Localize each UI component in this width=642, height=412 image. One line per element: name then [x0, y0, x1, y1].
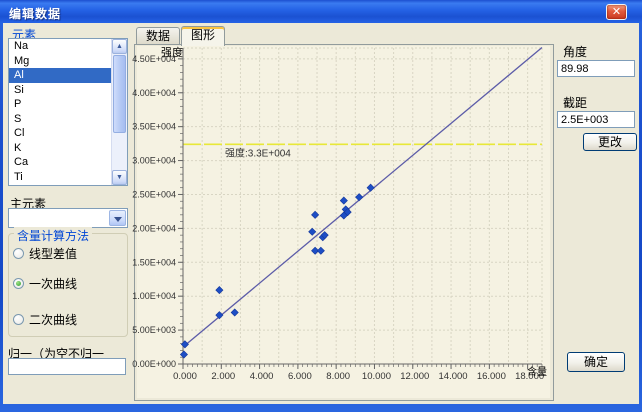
method-group-label: 含量计算方法 [14, 227, 92, 244]
x-tick-label: 6.000 [288, 371, 312, 382]
close-button[interactable]: ✕ [606, 4, 627, 20]
tabbar: 数据图形 [136, 26, 226, 45]
method-radio-option[interactable]: 二次曲线 [13, 311, 77, 325]
reference-line-label: 强度:3.3E+004 [225, 146, 291, 159]
normalize-input[interactable] [8, 358, 126, 375]
y-tick-label: 2.50E+004 [132, 189, 176, 199]
element-list-item[interactable]: Al [9, 68, 111, 83]
radio-label: 线型差值 [29, 247, 77, 261]
tab[interactable]: 图形 [181, 26, 225, 46]
element-list-item[interactable]: P [9, 97, 111, 112]
x-tick-label: 0.000 [173, 371, 197, 382]
main-element-combobox[interactable] [8, 208, 128, 228]
element-list-item[interactable]: K [9, 141, 111, 156]
close-icon: ✕ [612, 6, 621, 18]
y-tick-label: 3.00E+004 [132, 156, 176, 166]
data-point [181, 341, 188, 348]
data-point [216, 286, 223, 293]
scroll-down-button[interactable]: ▼ [112, 170, 127, 185]
element-listbox: NaMgAlSiPSClKCaTi ▲ ▼ [8, 38, 128, 186]
element-list-item[interactable]: Na [9, 39, 111, 54]
radio-icon [13, 314, 24, 325]
x-tick-label: 10.000 [362, 371, 391, 382]
element-list-item[interactable]: Ca [9, 155, 111, 170]
radio-label: 一次曲线 [29, 277, 77, 291]
element-list-item[interactable]: S [9, 112, 111, 127]
y-tick-label: 5.00E+003 [132, 325, 176, 335]
data-point [340, 197, 347, 204]
x-tick-label: 14.000 [439, 371, 468, 382]
edit-data-dialog: 编辑数据 ✕ 元素 NaMgAlSiPSClKCaTi ▲ ▼ 主元素 [0, 0, 642, 412]
y-axis-title: 强度 [161, 45, 183, 59]
method-radio-option[interactable]: 一次曲线 [13, 275, 77, 289]
y-tick-label: 2.00E+004 [132, 223, 176, 233]
scrollbar-thumb[interactable] [113, 55, 126, 133]
x-tick-label: 2.000 [211, 371, 235, 382]
radio-icon [13, 248, 24, 259]
chart-tab-page: 强度:3.3E+004 0.000 2.000 4.000 6.000 8.000 10.0… [134, 44, 554, 401]
angle-label: 角度 [563, 43, 587, 60]
method-radio-option[interactable]: 线型差值 [13, 245, 77, 259]
tab[interactable]: 数据 [136, 27, 180, 45]
y-tick-label: 1.00E+004 [132, 291, 176, 301]
data-point [312, 211, 319, 218]
radio-icon [13, 278, 24, 289]
data-point [216, 312, 223, 319]
change-button[interactable]: 更改 [583, 133, 637, 151]
chart-canvas[interactable]: 强度:3.3E+004 0.000 2.000 4.000 6.000 8.000 10.0… [137, 46, 550, 398]
x-tick-label: 4.000 [250, 371, 274, 382]
combobox-dropdown-button[interactable] [109, 210, 126, 226]
chevron-down-icon [114, 217, 122, 222]
y-tick-label: 4.00E+004 [132, 88, 176, 98]
scroll-up-button[interactable]: ▲ [112, 39, 127, 54]
titlebar[interactable]: 编辑数据 ✕ [0, 0, 642, 23]
scatter-chart: 强度:3.3E+004 0.000 2.000 4.000 6.000 8.000 10.0… [137, 46, 550, 398]
data-point [309, 228, 316, 235]
x-tick-label: 16.000 [477, 371, 506, 382]
ok-button[interactable]: 确定 [567, 352, 625, 372]
data-point [367, 184, 374, 191]
intercept-label: 截距 [563, 94, 587, 111]
element-list-item[interactable]: Si [9, 83, 111, 98]
x-axis-title: 含量 [527, 365, 547, 378]
intercept-input[interactable] [557, 111, 635, 128]
window-title: 编辑数据 [9, 5, 61, 22]
dialog-client-area: 元素 NaMgAlSiPSClKCaTi ▲ ▼ 主元素 含量计算方法 归一（为… [3, 23, 639, 404]
element-list-item[interactable]: Mg [9, 54, 111, 69]
x-tick-label: 8.000 [326, 371, 350, 382]
listbox-scrollbar[interactable]: ▲ ▼ [111, 39, 127, 185]
radio-label: 二次曲线 [29, 313, 77, 327]
chevron-down-icon: ▼ [116, 174, 123, 181]
chevron-up-icon: ▲ [116, 43, 123, 50]
y-tick-label: 1.50E+004 [132, 257, 176, 267]
data-point [231, 309, 238, 316]
x-tick-label: 12.000 [400, 371, 429, 382]
element-list-item[interactable]: Ti [9, 170, 111, 185]
y-tick-label: 3.50E+004 [132, 122, 176, 132]
angle-input[interactable] [557, 60, 635, 77]
y-tick-label: 0.00E+000 [132, 359, 176, 369]
data-point [317, 247, 324, 254]
element-list-item[interactable]: Cl [9, 126, 111, 141]
